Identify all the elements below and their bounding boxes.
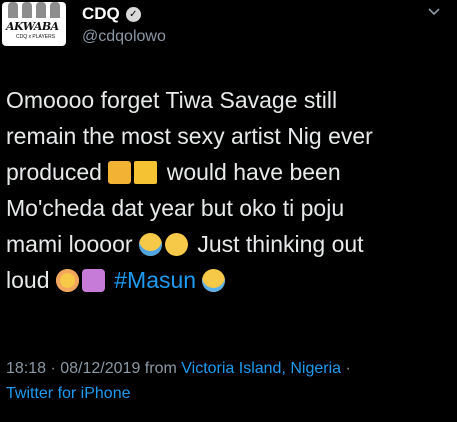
avatar-figure	[22, 2, 32, 18]
tweet-text-segment: would have been	[166, 159, 341, 185]
weary-face-emoji-icon	[164, 233, 188, 256]
tweet-line: remain the most sexy artist Nig ever	[6, 118, 446, 154]
avatar-figure	[50, 2, 60, 18]
verified-badge-icon: ✓	[125, 6, 141, 22]
avatar-figure	[8, 2, 18, 18]
tweet-text-segment: remain the most sexy artist Nig ever	[6, 123, 373, 149]
from-label: from	[144, 360, 177, 377]
tweet-timestamp[interactable]: 18:18 · 08/12/2019	[6, 360, 140, 377]
meta-separator: ·	[345, 360, 351, 377]
tweet-text-segment: mami loooor	[6, 231, 133, 257]
tweet-text-segment: loud	[6, 267, 50, 293]
raising-hands-emoji-icon	[108, 161, 132, 184]
tweet-line: loud #Masun	[6, 262, 446, 298]
tweet-line: mami loooor Just thinking out	[6, 226, 446, 262]
tweet-text: Omoooo forget Tiwa Savage still remain t…	[6, 82, 446, 298]
tweet-location-link[interactable]: Victoria Island, Nigeria	[181, 360, 341, 377]
avatar-sub-text: CDQ x PLAYERS	[16, 34, 56, 40]
tears-of-joy-emoji-icon	[202, 269, 226, 292]
flushed-face-emoji-icon	[55, 269, 79, 292]
tweet-metadata: 18:18 · 08/12/2019 from Victoria Island,…	[6, 356, 446, 406]
tweet-text-segment: Just thinking out	[197, 231, 364, 257]
avatar-logo-text: AKWABA	[6, 20, 59, 33]
crying-face-emoji-icon	[138, 233, 162, 256]
tweet-text-segment: Omoooo forget Tiwa Savage still	[6, 87, 338, 113]
tweet-line: Mo'cheda dat year but oko ti poju	[6, 190, 446, 226]
avatar[interactable]: AKWABA CDQ x PLAYERS	[2, 2, 66, 46]
avatar-figure	[36, 2, 46, 18]
tweet-text-segment: produced	[6, 159, 102, 185]
tweet-line: produced would have been	[6, 154, 446, 190]
crown-emoji-icon	[134, 161, 158, 184]
tweet-card: AKWABA CDQ x PLAYERS CDQ ✓ @cdqolowo Omo…	[0, 0, 457, 422]
author-handle[interactable]: @cdqolowo	[82, 28, 166, 46]
chevron-down-icon[interactable]	[425, 2, 443, 20]
shrug-emoji-icon	[81, 269, 105, 292]
tweet-source-link[interactable]: Twitter for iPhone	[6, 385, 131, 402]
tweet-line: Omoooo forget Tiwa Savage still	[6, 82, 446, 118]
author-display-name[interactable]: CDQ	[82, 4, 120, 24]
author-name-row: CDQ ✓	[82, 4, 141, 24]
hashtag-link[interactable]: #Masun	[114, 267, 196, 293]
tweet-text-segment: Mo'cheda dat year but oko ti poju	[6, 195, 345, 221]
